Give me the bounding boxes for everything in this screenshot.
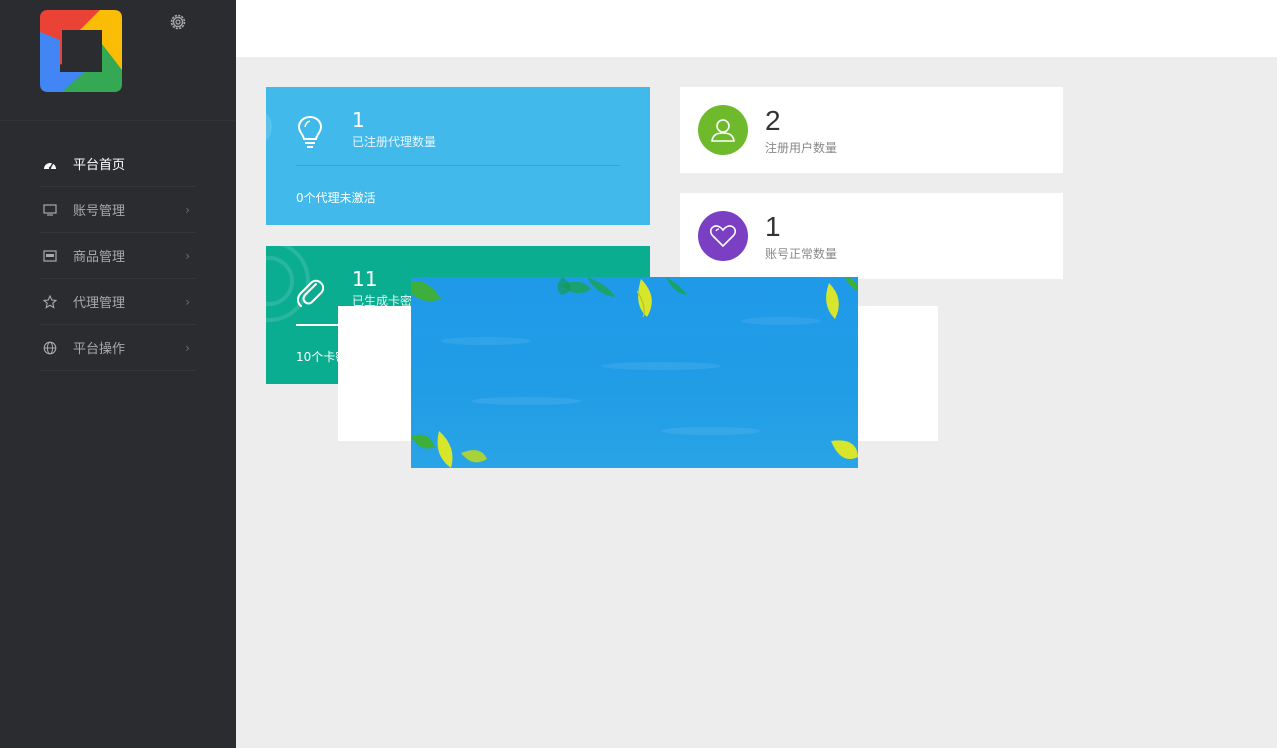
accounts-count: 1: [765, 211, 781, 242]
sidebar-item-agents[interactable]: 代理管理 ›: [40, 279, 196, 325]
globe-icon: [42, 340, 58, 356]
users-stat-card: 2 注册用户数量: [680, 87, 1063, 173]
card-divider: [296, 165, 620, 166]
users-count: 2: [765, 105, 781, 136]
sidebar-item-label: 代理管理: [73, 296, 126, 311]
agents-count: 1: [352, 108, 365, 132]
lightbulb-icon: [297, 115, 323, 148]
dashboard-icon: [42, 156, 58, 172]
accounts-stat-card: 1 账号正常数量: [680, 193, 1063, 279]
chevron-right-icon: ›: [185, 202, 190, 217]
sidebar-item-products[interactable]: 商品管理 ›: [40, 233, 196, 279]
sidebar: 平台首页 账号管理 › 商品管理 › 代理管理 › 平台操作 ›: [0, 0, 236, 748]
sidebar-item-accounts[interactable]: 账号管理 ›: [40, 187, 196, 233]
popup-banner-image[interactable]: [411, 277, 858, 468]
paperclip-icon: [297, 279, 324, 307]
heart-icon: [698, 211, 748, 261]
sidebar-item-home[interactable]: 平台首页: [40, 141, 196, 187]
sidebar-item-label: 平台首页: [73, 158, 126, 173]
top-header-bar: [236, 0, 1277, 57]
sidebar-item-platform-ops[interactable]: 平台操作 ›: [40, 325, 196, 371]
chevron-right-icon: ›: [185, 248, 190, 263]
sidebar-nav: 平台首页 账号管理 › 商品管理 › 代理管理 › 平台操作 ›: [40, 141, 196, 371]
app-logo[interactable]: [40, 10, 122, 92]
sidebar-item-label: 平台操作: [73, 342, 126, 357]
box-icon: [42, 248, 58, 264]
sidebar-divider: [0, 120, 236, 121]
star-icon: [42, 294, 58, 310]
chevron-right-icon: ›: [185, 340, 190, 355]
codes-count: 11: [352, 267, 378, 291]
user-icon: [698, 105, 748, 155]
settings-gear-icon[interactable]: [168, 12, 188, 32]
monitor-icon: [42, 202, 58, 218]
agents-inactive-text: 0个代理未激活: [296, 191, 376, 205]
accounts-label: 账号正常数量: [765, 247, 838, 261]
agents-label: 已注册代理数量: [352, 135, 437, 149]
leaves-decoration: [411, 277, 858, 468]
users-label: 注册用户数量: [765, 141, 838, 155]
chevron-right-icon: ›: [185, 294, 190, 309]
decorative-ring: [266, 107, 272, 147]
sidebar-item-label: 商品管理: [73, 250, 126, 265]
sidebar-item-label: 账号管理: [73, 204, 126, 219]
agents-stat-card: 1 已注册代理数量 0个代理未激活: [266, 87, 650, 225]
